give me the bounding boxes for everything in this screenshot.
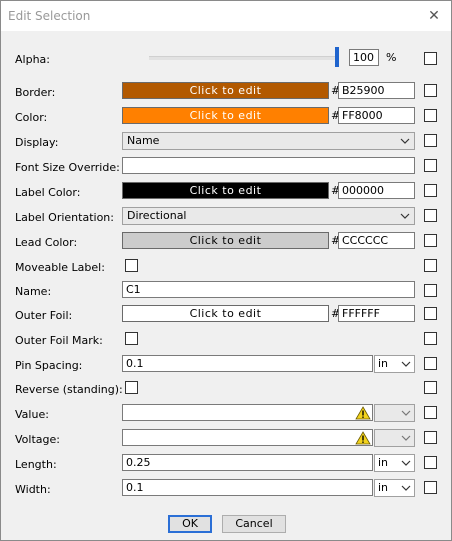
- pin-spacing-input[interactable]: 0.1: [122, 355, 373, 372]
- alpha-slider-track[interactable]: [149, 56, 339, 60]
- color-checkbox[interactable]: [424, 109, 437, 122]
- label-orientation-value: Directional: [127, 209, 187, 222]
- title-bar: Edit Selection ✕: [1, 1, 451, 31]
- name-input[interactable]: C1: [122, 281, 415, 298]
- width-unit-select[interactable]: in: [374, 479, 415, 497]
- font-size-override-input[interactable]: [122, 157, 415, 174]
- label-color-label: Label Color:: [15, 186, 81, 199]
- lead-color-checkbox[interactable]: [424, 234, 437, 247]
- ok-button[interactable]: OK: [168, 515, 212, 533]
- moveable-label-value-checkbox[interactable]: [125, 259, 138, 272]
- width-unit: in: [378, 481, 389, 494]
- pin-spacing-label: Pin Spacing:: [15, 359, 83, 372]
- chevron-down-icon: [400, 213, 410, 219]
- color-hex-input[interactable]: FF8000: [338, 107, 415, 124]
- label-color-hex-input[interactable]: 000000: [338, 182, 415, 199]
- warning-icon: [355, 406, 371, 420]
- value-checkbox[interactable]: [424, 406, 437, 419]
- pin-spacing-checkbox[interactable]: [424, 357, 437, 370]
- font-size-override-checkbox[interactable]: [424, 159, 437, 172]
- close-icon[interactable]: ✕: [423, 6, 445, 26]
- name-checkbox[interactable]: [424, 284, 437, 297]
- length-unit: in: [378, 456, 389, 469]
- border-hex-input[interactable]: B25900: [338, 82, 415, 99]
- outer-foil-mark-checkbox[interactable]: [424, 332, 437, 345]
- outer-foil-mark-label: Outer Foil Mark:: [15, 334, 103, 347]
- moveable-label-label: Moveable Label:: [15, 261, 105, 274]
- outer-foil-button[interactable]: Click to edit: [122, 305, 329, 322]
- pin-spacing-unit-select[interactable]: in: [374, 355, 415, 373]
- border-label: Border:: [15, 86, 56, 99]
- chevron-down-icon: [400, 138, 410, 144]
- width-label: Width:: [15, 483, 51, 496]
- chevron-down-icon: [401, 485, 411, 491]
- reverse-value-checkbox[interactable]: [125, 381, 138, 394]
- chevron-down-icon: [401, 361, 411, 367]
- display-select-value: Name: [127, 134, 160, 147]
- label-color-button[interactable]: Click to edit: [122, 182, 329, 199]
- outer-foil-label: Outer Foil:: [15, 309, 73, 322]
- alpha-input[interactable]: 100: [349, 49, 379, 66]
- color-button[interactable]: Click to edit: [122, 107, 329, 124]
- reverse-checkbox[interactable]: [424, 381, 437, 394]
- label-orientation-label: Label Orientation:: [15, 211, 114, 224]
- reverse-label: Reverse (standing):: [15, 383, 123, 396]
- label-orientation-checkbox[interactable]: [424, 209, 437, 222]
- value-label: Value:: [15, 408, 49, 421]
- width-input[interactable]: 0.1: [122, 479, 373, 496]
- window-title: Edit Selection: [8, 9, 91, 23]
- outer-foil-hex-input[interactable]: FFFFFF: [338, 305, 415, 322]
- pin-spacing-unit: in: [378, 357, 389, 370]
- outer-foil-checkbox[interactable]: [424, 307, 437, 320]
- edit-selection-dialog: Edit Selection ✕ Alpha: 100 % Border: Cl…: [0, 0, 452, 541]
- voltage-input[interactable]: [122, 429, 373, 446]
- moveable-label-checkbox[interactable]: [424, 259, 437, 272]
- display-select[interactable]: Name: [122, 132, 415, 150]
- warning-icon: [355, 431, 371, 445]
- lead-color-button[interactable]: Click to edit: [122, 232, 329, 249]
- chevron-down-icon: [401, 460, 411, 466]
- border-checkbox[interactable]: [424, 84, 437, 97]
- value-input[interactable]: [122, 404, 373, 421]
- alpha-unit: %: [386, 51, 397, 64]
- value-unit-select[interactable]: [374, 404, 415, 422]
- lead-color-label: Lead Color:: [15, 236, 78, 249]
- color-label: Color:: [15, 111, 48, 124]
- name-label: Name:: [15, 285, 52, 298]
- length-unit-select[interactable]: in: [374, 454, 415, 472]
- voltage-unit-select[interactable]: [374, 429, 415, 447]
- display-checkbox[interactable]: [424, 134, 437, 147]
- outer-foil-mark-value-checkbox[interactable]: [125, 332, 138, 345]
- length-input[interactable]: 0.25: [122, 454, 373, 471]
- length-label: Length:: [15, 458, 57, 471]
- border-color-button[interactable]: Click to edit: [122, 82, 329, 99]
- label-color-checkbox[interactable]: [424, 184, 437, 197]
- display-label: Display:: [15, 136, 59, 149]
- voltage-checkbox[interactable]: [424, 431, 437, 444]
- alpha-label: Alpha:: [15, 53, 50, 66]
- alpha-checkbox[interactable]: [424, 52, 437, 65]
- chevron-down-icon: [401, 410, 411, 416]
- label-orientation-select[interactable]: Directional: [122, 207, 415, 225]
- lead-color-hex-input[interactable]: CCCCCC: [338, 232, 415, 249]
- font-size-override-label: Font Size Override:: [15, 161, 120, 174]
- alpha-slider-thumb[interactable]: [335, 47, 339, 67]
- cancel-button[interactable]: Cancel: [222, 515, 286, 533]
- width-checkbox[interactable]: [424, 481, 437, 494]
- chevron-down-icon: [401, 435, 411, 441]
- voltage-label: Voltage:: [15, 433, 60, 446]
- length-checkbox[interactable]: [424, 456, 437, 469]
